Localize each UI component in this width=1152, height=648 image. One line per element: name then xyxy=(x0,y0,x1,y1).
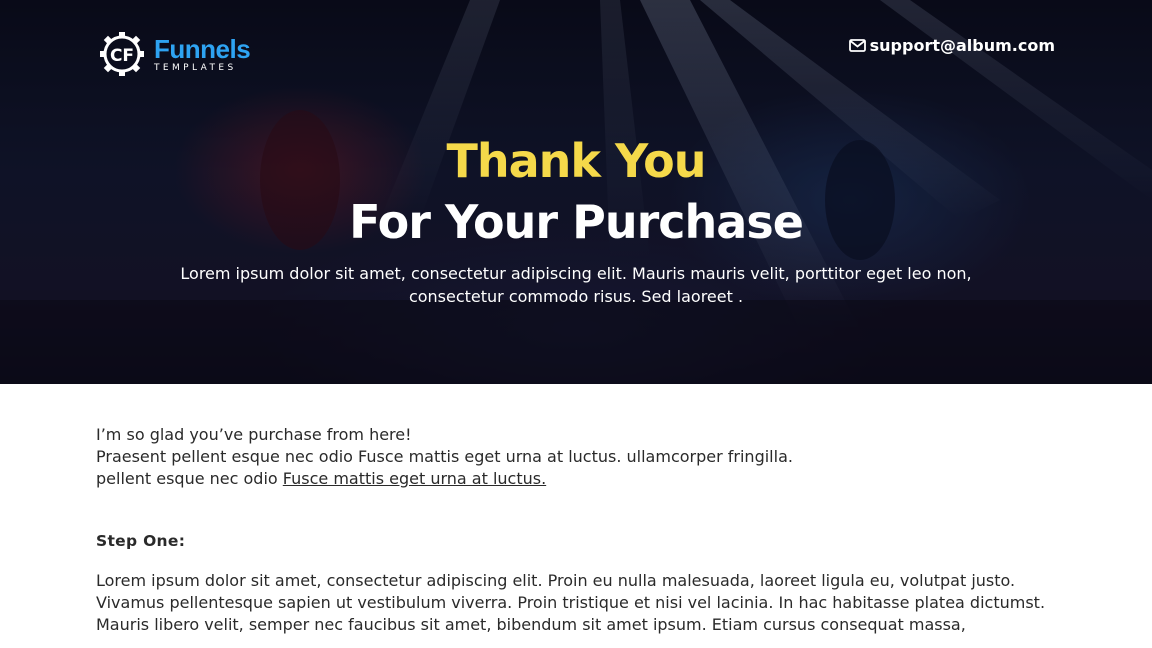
main-content: I’m so glad you’ve purchase from here! P… xyxy=(0,384,1152,636)
purchase-heading: For Your Purchase xyxy=(349,195,804,249)
envelope-icon xyxy=(848,39,866,52)
gear-logo-icon: CF xyxy=(100,32,144,76)
intro-paragraph: I’m so glad you’ve purchase from here! P… xyxy=(96,425,793,488)
support-email: support@album.com xyxy=(869,36,1055,55)
logo-brand: Funnels xyxy=(154,33,251,64)
svg-text:CF: CF xyxy=(110,46,134,66)
support-email-link[interactable]: support@album.com xyxy=(848,36,1055,55)
thank-you-heading: Thank You xyxy=(446,134,707,188)
intro-link[interactable]: Fusce mattis eget urna at luctus. xyxy=(283,469,546,488)
step-one-text: Lorem ipsum dolor sit amet, consectetur … xyxy=(96,571,1046,634)
step-one-title: Step One: xyxy=(96,532,186,550)
hero-subtitle: Lorem ipsum dolor sit amet, consectetur … xyxy=(180,264,972,306)
hero-banner: CF Funnels TEMPLATES support@album.com T… xyxy=(0,0,1152,384)
logo-subtitle: TEMPLATES xyxy=(154,62,237,73)
funnels-templates-logo[interactable]: CF Funnels TEMPLATES xyxy=(96,30,251,78)
